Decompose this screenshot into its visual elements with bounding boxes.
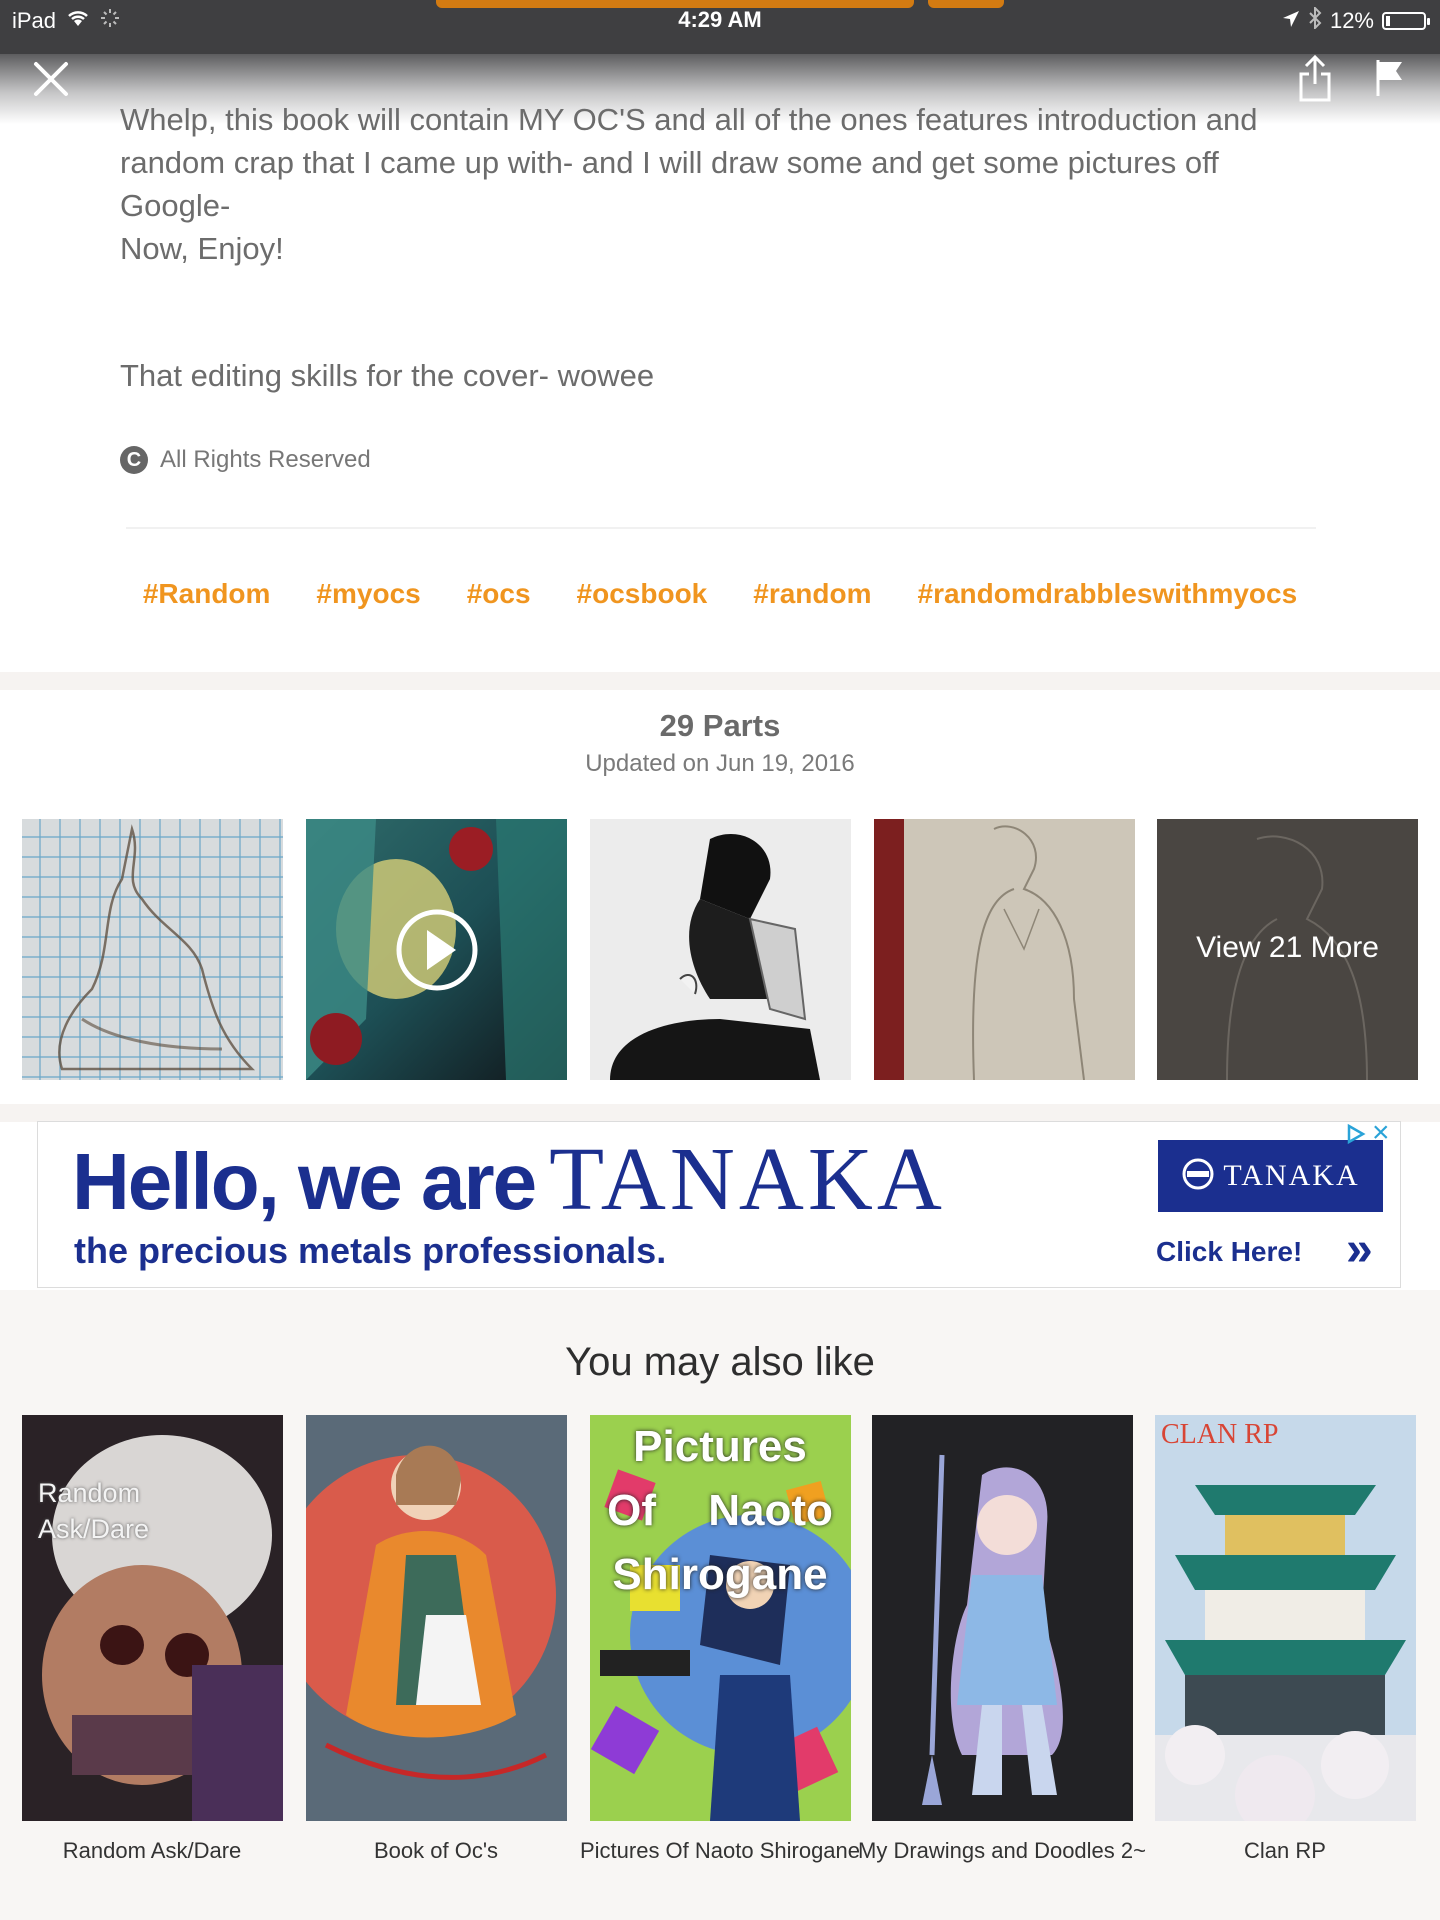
story-cover[interactable] [306, 1415, 567, 1821]
story-cover[interactable]: Random Ask/Dare [22, 1415, 283, 1821]
story-title[interactable]: Pictures Of Naoto Shirogane [570, 1836, 870, 1865]
clock: 4:29 AM [678, 7, 762, 32]
ad-close-icon[interactable]: × [1372, 1122, 1390, 1150]
ad-tagline: the precious metals professionals. [74, 1230, 667, 1271]
part-thumbnail[interactable] [590, 819, 851, 1080]
location-icon [1282, 8, 1300, 34]
tag-link[interactable]: #random [753, 578, 871, 610]
advertisement-banner[interactable]: Hello, we are TANAKA the precious metals … [37, 1121, 1401, 1288]
flag-icon[interactable] [1374, 58, 1406, 103]
story-title[interactable]: My Drawings and Doodles 2~ [852, 1836, 1152, 1865]
cover-text: Pictures Of Naoto Shirogane [607, 1422, 833, 1599]
ad-headline-prefix: Hello, we are [72, 1137, 537, 1226]
parts-updated-date: Updated on Jun 19, 2016 [585, 750, 855, 777]
tag-link[interactable]: #Random [143, 578, 271, 610]
copyright-label: All Rights Reserved [160, 446, 371, 473]
part-thumbnail-video[interactable] [306, 819, 567, 1080]
description-paragraph: That editing skills for the cover- wowee [120, 358, 655, 393]
part-thumbnail[interactable] [22, 819, 283, 1080]
tag-list: #Random #myocs #ocs #ocsbook #random #ra… [0, 578, 1440, 610]
tag-link[interactable]: #myocs [316, 578, 420, 610]
story-cover[interactable] [872, 1415, 1133, 1821]
story-cover[interactable]: CLAN RP [1155, 1415, 1416, 1821]
copyright-notice: C All Rights Reserved [120, 446, 371, 474]
ad-headline: Hello, we are TANAKA [72, 1128, 946, 1231]
section-separator [0, 672, 1440, 690]
story-title[interactable]: Random Ask/Dare [2, 1836, 302, 1865]
bluetooth-icon [1308, 5, 1322, 35]
view-more-label: View 21 More [1196, 931, 1379, 964]
status-bar: iPad 4:29 AM 12% [0, 0, 1440, 54]
cover-text: Random Ask/Dare [38, 1478, 150, 1544]
parts-count: 29 Parts [659, 708, 781, 743]
divider [126, 527, 1316, 529]
story-title[interactable]: Clan RP [1135, 1836, 1435, 1865]
story-description: Whelp, this book will contain MY OC'S an… [120, 98, 1320, 397]
description-paragraph: Whelp, this book will contain MY OC'S an… [120, 102, 1258, 223]
battery-percent: 12% [1329, 8, 1374, 33]
ad-cta[interactable]: Click Here! [1156, 1236, 1302, 1268]
tag-link[interactable]: #randomdrabbleswithmyocs [918, 578, 1298, 610]
section-separator [0, 1104, 1440, 1122]
copyright-icon: C [120, 446, 148, 474]
tanaka-logo-icon [1181, 1157, 1215, 1196]
part-thumbnail[interactable] [874, 819, 1135, 1080]
view-more-parts-button[interactable]: View 21 More [1157, 819, 1418, 1080]
chevron-right-icon: » [1346, 1223, 1373, 1276]
battery-icon [1382, 12, 1430, 30]
story-cover[interactable]: Pictures Of Naoto Shirogane [590, 1415, 851, 1821]
adchoices-icon[interactable] [1344, 1122, 1368, 1151]
tag-link[interactable]: #ocs [467, 578, 531, 610]
close-icon[interactable] [32, 60, 70, 103]
ad-logo-text: TANAKA [1223, 1159, 1360, 1192]
recommendations-heading: You may also like [565, 1340, 875, 1384]
ad-brand-name: TANAKA [549, 1130, 946, 1229]
story-title[interactable]: Book of Oc's [286, 1836, 586, 1865]
description-paragraph: Now, Enjoy! [120, 231, 284, 266]
cover-text: CLAN RP [1161, 1419, 1279, 1450]
tag-link[interactable]: #ocsbook [577, 578, 708, 610]
